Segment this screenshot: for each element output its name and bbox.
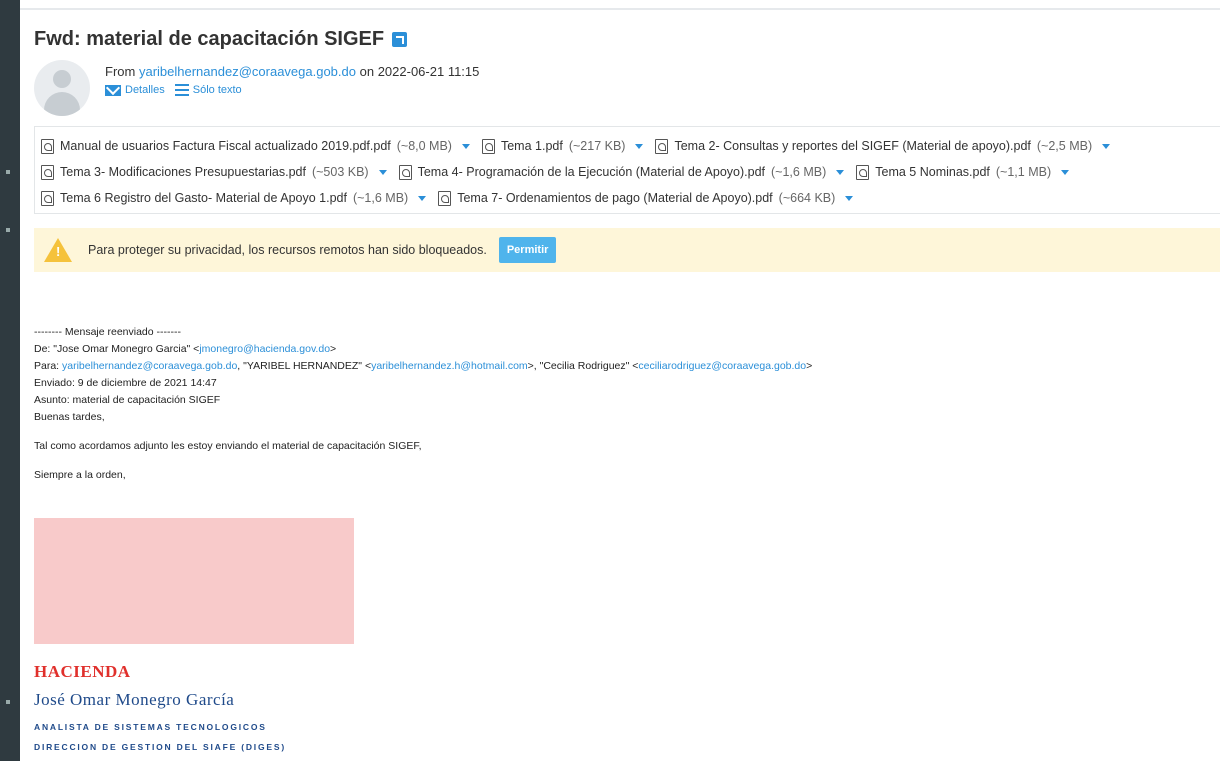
date-prefix: on [359, 64, 375, 79]
attachment-row: Tema 3- Modificaciones Presupuestarias.p… [41, 159, 1220, 185]
attachment-name: Tema 6 Registro del Gasto- Material de A… [60, 191, 347, 205]
attachment-name: Tema 1.pdf [500, 139, 563, 153]
body-greeting: Buenas tardes, [34, 411, 105, 423]
from-line: From yaribelhernandez@coraavega.gob.do o… [105, 64, 479, 79]
warning-icon: ! [44, 238, 72, 262]
chevron-down-icon[interactable] [378, 169, 387, 175]
forward-to-sep: , "YARIBEL HERNANDEZ" < [237, 360, 372, 372]
pdf-icon [438, 190, 452, 206]
body-paragraph: Tal como acordamos adjunto les estoy env… [34, 440, 422, 452]
attachment-row: Manual de usuarios Factura Fiscal actual… [41, 133, 1220, 159]
attachment-item[interactable]: Manual de usuarios Factura Fiscal actual… [41, 138, 470, 154]
forward-from-email-link[interactable]: jmonegro@hacienda.gov.do [199, 343, 330, 355]
sender-avatar [34, 60, 90, 116]
allow-remote-button[interactable]: Permitir [498, 237, 557, 263]
forward-to-sep: >, "Cecilia Rodriguez" < [527, 360, 639, 372]
message-body: -------- Mensaje reenviado ------- De: "… [34, 324, 812, 484]
pdf-icon [481, 138, 495, 154]
lines-icon [174, 84, 189, 96]
forward-to-label: Para: [34, 360, 63, 372]
message-date: 2022-06-21 11:15 [377, 64, 480, 79]
forward-to: Para: yaribelhernandez@coraavega.gob.do,… [34, 358, 812, 375]
left-sidebar-strip [0, 0, 20, 761]
attachment-item[interactable]: Tema 5 Nominas.pdf (~1,1 MB) [856, 164, 1070, 180]
sidebar-mark [6, 228, 10, 232]
attachment-list: Manual de usuarios Factura Fiscal actual… [34, 126, 1220, 214]
attachment-item[interactable]: Tema 3- Modificaciones Presupuestarias.p… [41, 164, 387, 180]
forward-separator: -------- Mensaje reenviado ------- [34, 326, 182, 338]
recipient-email-link[interactable]: yaribelhernandez@coraavega.gob.do [62, 360, 237, 372]
chevron-down-icon[interactable] [845, 195, 854, 201]
attachment-size: (~1,1 MB) [995, 165, 1052, 179]
pdf-icon [41, 138, 54, 154]
signature-role: ANALISTA DE SISTEMAS TECNOLOGICOS [34, 722, 267, 732]
pdf-icon [41, 190, 54, 206]
attachment-size: (~1,6 MB) [771, 165, 827, 179]
avatar-head [53, 70, 71, 88]
attachment-name: Tema 5 Nominas.pdf [875, 165, 990, 179]
details-label: Detalles [125, 84, 165, 96]
plain-text-button[interactable]: Sólo texto [174, 84, 242, 96]
envelope-icon [105, 84, 121, 96]
pdf-icon [41, 164, 54, 180]
pdf-icon [856, 164, 870, 180]
recipient-email-link[interactable]: ceciliarodriguez@coraavega.gob.do [638, 360, 806, 372]
chevron-down-icon[interactable] [461, 143, 470, 149]
pdf-icon [398, 164, 412, 180]
details-button[interactable]: Detalles [105, 84, 165, 96]
signature-org: HACIENDA [34, 662, 131, 681]
attachment-name: Manual de usuarios Factura Fiscal actual… [60, 139, 391, 153]
forward-sent-date: Enviado: 9 de diciembre de 2021 14:47 [34, 377, 217, 389]
signature-image-placeholder [34, 518, 354, 644]
chevron-down-icon[interactable] [836, 169, 845, 175]
plain-text-label: Sólo texto [192, 84, 242, 96]
privacy-notice: ! Para proteger su privacidad, los recur… [34, 228, 1220, 272]
signature-dept: DIRECCION DE GESTION DEL SIAFE (DIGES) [34, 742, 286, 752]
forward-to-close: > [806, 360, 813, 372]
forward-from-label: De: "Jose Omar Monegro Garcia" < [34, 343, 200, 355]
forward-from-close: > [330, 343, 337, 355]
privacy-text: Para proteger su privacidad, los recurso… [88, 243, 487, 257]
attachment-size: (~1,6 MB) [352, 191, 409, 205]
message-header: Fwd: material de capacitación SIGEF [34, 28, 408, 51]
message-subject: Fwd: material de capacitación SIGEF [34, 28, 408, 51]
attachment-name: Tema 3- Modificaciones Presupuestarias.p… [60, 165, 306, 179]
attachment-name: Tema 4- Programación de la Ejecución (Ma… [417, 165, 766, 179]
sidebar-mark [6, 170, 10, 174]
attachment-size: (~2,5 MB) [1036, 139, 1093, 153]
chevron-down-icon[interactable] [635, 143, 644, 149]
recipient-email-link[interactable]: yaribelhernandez.h@hotmail.com [371, 360, 528, 372]
attachment-item[interactable]: Tema 2- Consultas y reportes del SIGEF (… [655, 138, 1111, 154]
attachment-item[interactable]: Tema 4- Programación de la Ejecución (Ma… [398, 164, 845, 180]
attachment-item[interactable]: Tema 7- Ordenamientos de pago (Material … [438, 190, 854, 206]
from-prefix: From [105, 64, 136, 79]
attachment-name: Tema 7- Ordenamientos de pago (Material … [457, 191, 773, 205]
avatar-body [44, 92, 80, 116]
attachment-name: Tema 2- Consultas y reportes del SIGEF (… [674, 139, 1031, 153]
forward-subject: Asunto: material de capacitación SIGEF [34, 394, 221, 406]
pdf-icon [655, 138, 669, 154]
top-divider [20, 8, 1220, 10]
attachment-size: (~8,0 MB) [396, 139, 452, 153]
chevron-down-icon[interactable] [418, 195, 427, 201]
attachment-item[interactable]: Tema 1.pdf (~217 KB) [481, 138, 644, 154]
message-actions: Detalles Sólo texto [105, 84, 242, 96]
sender-email-link[interactable]: yaribelhernandez@coraavega.gob.do [139, 64, 356, 79]
forward-from: De: "Jose Omar Monegro Garcia" <jmonegro… [34, 341, 812, 358]
subject-text: Fwd: material de capacitación SIGEF [34, 28, 385, 50]
attachment-size: (~664 KB) [778, 191, 836, 205]
attachment-row: Tema 6 Registro del Gasto- Material de A… [41, 185, 1220, 211]
signature-name: José Omar Monegro García [34, 690, 235, 709]
chevron-down-icon[interactable] [1061, 169, 1070, 175]
attachment-size: (~503 KB) [311, 165, 369, 179]
attachment-size: (~217 KB) [568, 139, 626, 153]
open-external-icon[interactable] [392, 32, 408, 47]
sidebar-mark [6, 700, 10, 704]
body-closing: Siempre a la orden, [34, 469, 126, 481]
chevron-down-icon[interactable] [1102, 143, 1111, 149]
attachment-item[interactable]: Tema 6 Registro del Gasto- Material de A… [41, 190, 427, 206]
